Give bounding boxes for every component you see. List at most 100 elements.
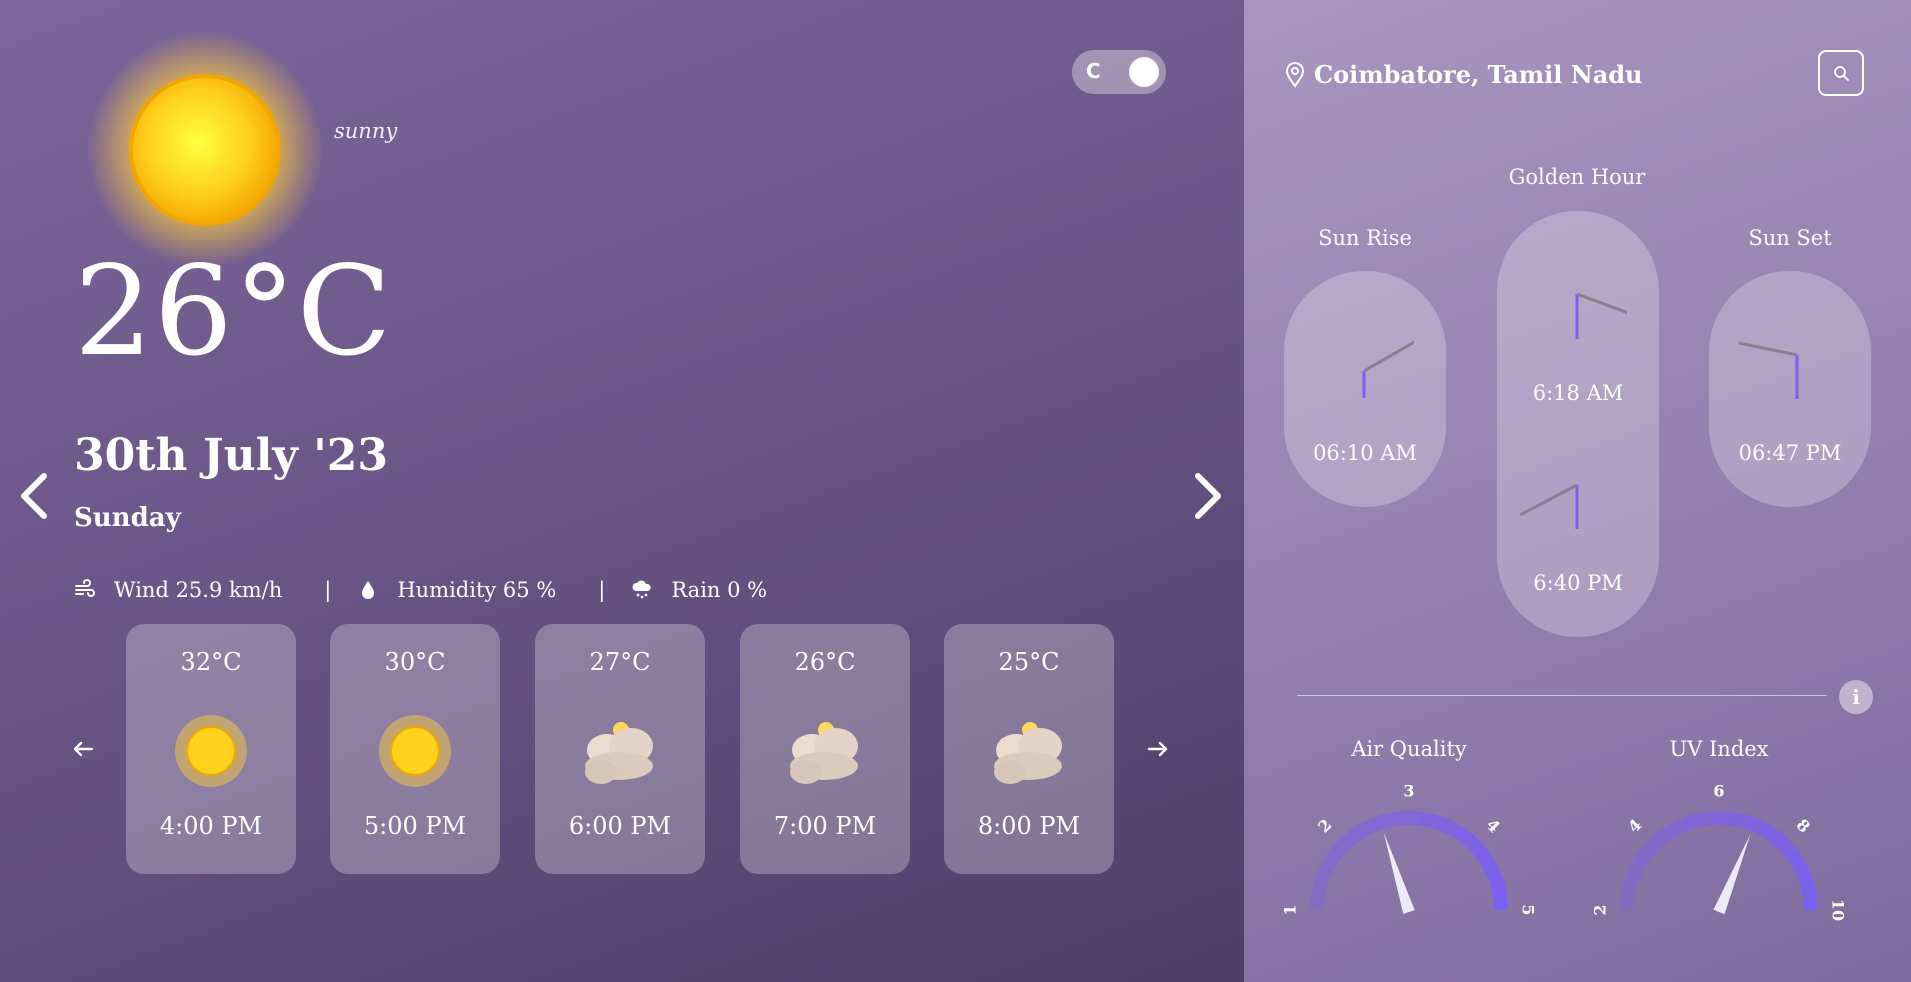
main-weather-panel: sunny 26°C C 30th July '23 Sunday Wind 2… [0,0,1244,982]
cloudy-icon [994,722,1062,784]
air-quality-tick-label: 2 [1314,815,1335,836]
air-quality-arc-segment [1419,811,1435,828]
air-quality-arc-segment [1487,872,1505,889]
uv-index-tick-label: 4 [1624,815,1645,836]
uv-index-arc-segment [1640,839,1659,859]
uv-index-arc-segment [1633,849,1652,868]
current-temperature: 26°C [74,240,393,384]
info-button[interactable]: i [1839,680,1873,714]
search-button[interactable] [1818,50,1864,96]
uv-index-arc-segment [1718,811,1732,826]
cloudy-icon [790,722,858,784]
uv-index-title: UV Index [1669,737,1769,761]
uv-index-tick-label: 6 [1713,782,1724,801]
humidity-stat: Humidity 65 % [357,578,556,602]
uv-index-arc-segment [1779,839,1798,859]
uv-index-arc-segment [1620,884,1637,900]
uv-index-arc-segment [1669,818,1687,837]
location: Coimbatore, Tamil Nadu [1284,60,1643,89]
hourly-temp: 27°C [589,648,651,676]
divider [1297,695,1827,696]
air-quality-arc-segment [1371,814,1388,832]
uv-index-arc-segment [1620,897,1635,911]
uv-index-arc-segment [1658,824,1677,843]
air-quality-arc-segment [1441,818,1459,837]
uv-index-arc-segment [1786,849,1805,868]
hourly-temp: 30°C [384,648,446,676]
air-quality-arc-segment [1323,849,1342,868]
humidity-label: Humidity 65 % [397,578,557,602]
air-quality-arc-segment [1396,811,1410,826]
uv-index-arc-segment [1751,818,1769,837]
air-quality-arc-segment [1359,818,1377,837]
hourly-time: 4:00 PM [159,812,263,840]
sunrise-time: 06:10 AM [1313,441,1417,465]
air-quality-title: Air Quality [1351,737,1467,761]
air-quality-arc-segment [1476,849,1495,868]
wind-icon [75,579,95,597]
air-quality-tick-label: 5 [1519,904,1538,915]
uv-index-arc-segment [1761,824,1780,843]
air-quality-arc-segment [1348,824,1367,843]
rain-cloud-icon [632,580,652,599]
uv-index-arc-segment [1693,811,1709,828]
current-date: 30th July '23 [74,430,388,481]
hourly-time: 7:00 PM [773,812,877,840]
hourly-card[interactable]: 32°C 4:00 PM [126,624,296,874]
previous-day-chevron-icon[interactable] [14,466,54,526]
sunset-title: Sun Set [1748,226,1832,250]
hourly-card[interactable]: 30°C 5:00 PM [330,624,500,874]
golden-evening-time: 6:40 PM [1533,571,1623,595]
uv-index-arc-segment [1706,811,1720,826]
uv-index-arc-segment [1648,831,1668,850]
air-quality-tick-label: 3 [1403,782,1414,801]
golden-evening-clock-icon [1519,483,1579,529]
stats-separator: | [598,578,606,602]
wind-stat: Wind 25.9 km/h [74,578,282,602]
air-quality-arc-segment [1451,824,1470,843]
air-quality-arc-segment [1430,814,1447,832]
air-quality-arc-segment [1408,811,1422,826]
air-quality-arc-segment [1493,897,1508,911]
location-name: Coimbatore, Tamil Nadu [1314,60,1643,89]
current-day: Sunday [74,503,181,533]
golden-morning-clock-icon [1575,292,1627,339]
scroll-right-arrow-icon[interactable] [1145,736,1171,762]
uv-index-arc-segment [1770,831,1790,850]
weather-stats: Wind 25.9 km/h | Humidity 65 % | Rain 0 … [74,578,767,602]
sunset-card: 06:47 PM [1709,271,1871,507]
hourly-temp: 26°C [794,648,856,676]
sunrise-card: 06:10 AM [1284,271,1446,507]
sun-icon [175,715,247,787]
hourly-time: 5:00 PM [363,812,467,840]
air-quality-arc-segment [1310,897,1325,911]
air-quality-arc-segment [1317,860,1336,878]
uv-index-arc-segment [1740,814,1757,832]
scroll-left-arrow-icon[interactable] [70,736,96,762]
uv-index-arc-segment [1623,872,1641,889]
hourly-card[interactable]: 25°C 8:00 PM [944,624,1114,874]
air-quality-arc-segment [1469,839,1488,859]
golden-morning-time: 6:18 AM [1532,381,1624,405]
air-quality-tick-label: 4 [1482,815,1503,836]
uv-index-tick-label: 8 [1792,815,1813,836]
air-quality-arc-segment [1383,811,1399,828]
cloudy-icon [585,722,653,784]
uv-index-gauge: 2 4 6 8 10 [1591,782,1848,922]
location-pin-icon [1285,61,1305,88]
rain-label: Rain 0 % [671,578,768,602]
hourly-card[interactable]: 27°C 6:00 PM [535,624,705,874]
hourly-card[interactable]: 26°C 7:00 PM [740,624,910,874]
unit-toggle[interactable]: C [1072,50,1166,94]
search-icon [1834,66,1849,81]
uv-index-arc-segment [1803,897,1818,911]
air-quality-needle [1383,832,1415,914]
air-quality-gauge: 1 2 3 4 5 [1281,782,1538,916]
air-quality-arc-segment [1338,831,1358,850]
sun-icon [379,715,451,787]
air-quality-arc-segment [1330,839,1349,859]
air-quality-arc-segment [1482,860,1501,878]
golden-hour-card: 6:18 AM 6:40 PM [1497,211,1659,637]
next-day-chevron-icon[interactable] [1188,466,1228,526]
uv-index-arc-segment [1681,814,1698,832]
